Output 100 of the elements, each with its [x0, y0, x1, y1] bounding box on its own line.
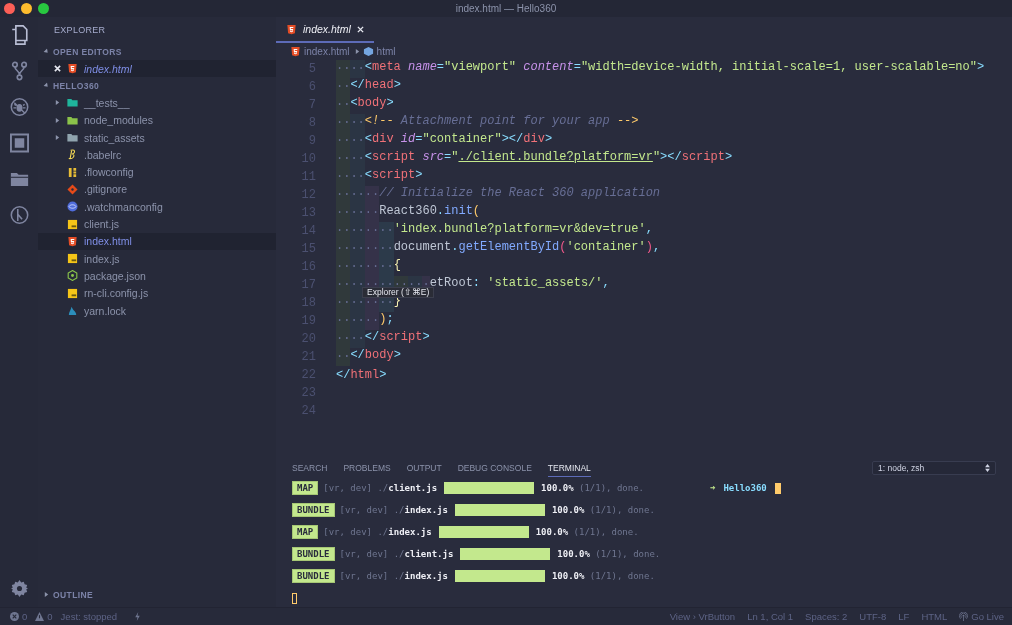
code-line: ········'index.bundle?platform=vr&dev=true', [336, 222, 653, 240]
error-count[interactable]: 0 [22, 611, 28, 622]
debug-icon[interactable] [9, 97, 29, 117]
code-line: </html> [336, 368, 387, 382]
file-item[interactable]: node_modules [38, 111, 276, 129]
section-header[interactable]: HELLO360 [38, 77, 276, 95]
terminal-text: 100.0% (1/1), done. [535, 527, 639, 537]
warning-icon [35, 612, 45, 621]
circle-icon [67, 201, 78, 213]
code-line: ······); [336, 312, 394, 330]
file-item[interactable]: client.js [38, 215, 276, 233]
status-item[interactable]: HTML [921, 611, 948, 622]
terminal-cursor [292, 592, 297, 604]
code-line: ··</body> [336, 348, 401, 366]
terminal-select[interactable]: 1: node, zsh [872, 461, 996, 475]
file-item[interactable]: .watchmanconfig [38, 198, 276, 216]
close-icon[interactable] [356, 25, 364, 33]
badge: MAP [292, 481, 319, 495]
terminal-text: 100.0% (1/1), done. [541, 483, 645, 493]
terminal-text: [vr, dev] ./client.js [339, 549, 454, 559]
file-item[interactable]: static_assets [38, 128, 276, 147]
file-item[interactable]: yarn.lock [38, 301, 276, 320]
badge: BUNDLE [292, 547, 335, 561]
files-icon[interactable] [9, 25, 29, 45]
panel-tab[interactable]: SEARCH [292, 459, 328, 477]
terminal-text: 100.0% (1/1), done. [551, 505, 655, 515]
shield-icon [290, 46, 301, 57]
error-icon [10, 612, 19, 621]
editor-tab[interactable]: index.html [276, 17, 374, 43]
code-line: ····<script src="./client.bundle?platform=vr"></script> [336, 150, 733, 168]
code-line: ····<!-- Attachment point for your app --> [336, 114, 639, 132]
code-line: ········{ [336, 258, 401, 276]
terminal-text: [vr, dev] ./client.js [323, 483, 438, 493]
panel-tab[interactable]: OUTPUT [406, 459, 442, 477]
sidebar-title: EXPLORER [53, 24, 107, 37]
code-line: ······React360.init( [336, 204, 481, 222]
code-line: ········document.getElementById('container'), [336, 240, 661, 258]
panel-tab[interactable]: PROBLEMS [343, 459, 391, 477]
broadcast-icon [959, 612, 969, 621]
breadcrumb-item[interactable]: html [376, 46, 396, 57]
file-item[interactable]: .babelrc [38, 146, 276, 164]
square-icon [67, 253, 78, 265]
hexagon-icon [67, 270, 78, 282]
extensions-icon[interactable] [9, 133, 29, 153]
file-item[interactable]: index.html [38, 60, 276, 78]
section-header[interactable]: OUTLINE [38, 586, 276, 603]
terminal-text: [vr, dev] ./index.js [339, 505, 448, 515]
circle-icon[interactable] [9, 205, 29, 225]
minimize-window-button[interactable] [21, 3, 32, 14]
status-item[interactable]: Ln 1, Col 1 [747, 611, 794, 622]
code-line: ··</head> [336, 78, 401, 96]
square-icon [67, 287, 78, 299]
code-line: ····</script> [336, 330, 430, 348]
code-line: ····<meta name="viewport" content="width=device-width, initial-scale=1, user-scalable=no"> [336, 60, 985, 78]
code-line: ··<body> [336, 96, 394, 114]
terminal-cursor [774, 482, 781, 494]
prompt-directory: Hello360 [723, 483, 767, 493]
breadcrumb-item[interactable]: index.html [304, 46, 350, 57]
prompt-symbol: ➜ [710, 483, 716, 493]
status-item[interactable]: View › VrButton [669, 611, 736, 622]
squiggle-icon [67, 149, 78, 161]
shield-icon [67, 63, 78, 75]
terminal-text: [vr, dev] ./index.js [339, 571, 448, 581]
code-line: ····<script> [336, 168, 423, 186]
file-item[interactable]: index.html [38, 232, 276, 250]
close-window-button[interactable] [4, 3, 15, 14]
status-item[interactable]: Jest: stopped [60, 611, 118, 622]
stripes-icon [67, 166, 78, 178]
code-line: ····<div id="container"></div> [336, 132, 553, 150]
panel-tab[interactable]: TERMINAL [547, 459, 591, 477]
settings-icon[interactable] [10, 580, 28, 597]
file-item[interactable]: index.js [38, 249, 276, 268]
shield-icon [286, 23, 297, 35]
updown-icon [985, 464, 990, 472]
section-header[interactable]: OPEN EDITORS [38, 43, 276, 60]
code-line: ······// Initialize the React 360 application [336, 186, 661, 204]
window-title: index.html — Hello360 [455, 3, 557, 14]
badge: BUNDLE [292, 503, 335, 517]
terminal-text: 100.0% (1/1), done. [551, 571, 655, 581]
terminal-text: 100.0% (1/1), done. [557, 549, 661, 559]
file-item[interactable]: package.json [38, 267, 276, 285]
close-icon[interactable] [54, 65, 61, 73]
zoom-window-button[interactable] [38, 3, 49, 14]
caret-icon [354, 49, 360, 54]
warning-count[interactable]: 0 [47, 611, 53, 622]
file-item[interactable]: rn-cli.config.js [38, 284, 276, 302]
terminal-text: [vr, dev] ./index.js [323, 527, 432, 537]
status-item[interactable]: UTF-8 [859, 611, 887, 622]
source-control-icon[interactable] [9, 61, 29, 81]
go-live-button[interactable]: Go Live [971, 611, 1004, 622]
shield-icon [67, 235, 78, 247]
file-item[interactable]: __tests__ [38, 94, 276, 112]
status-item[interactable]: Spaces: 2 [805, 611, 848, 622]
diamond-icon [67, 183, 78, 195]
panel-tab[interactable]: DEBUG CONSOLE [457, 459, 532, 477]
file-item[interactable]: .flowconfig [38, 163, 276, 181]
badge: BUNDLE [292, 569, 335, 583]
file-item[interactable]: .gitignore [38, 180, 276, 199]
square-icon [67, 218, 78, 230]
status-item[interactable]: LF [898, 611, 910, 622]
